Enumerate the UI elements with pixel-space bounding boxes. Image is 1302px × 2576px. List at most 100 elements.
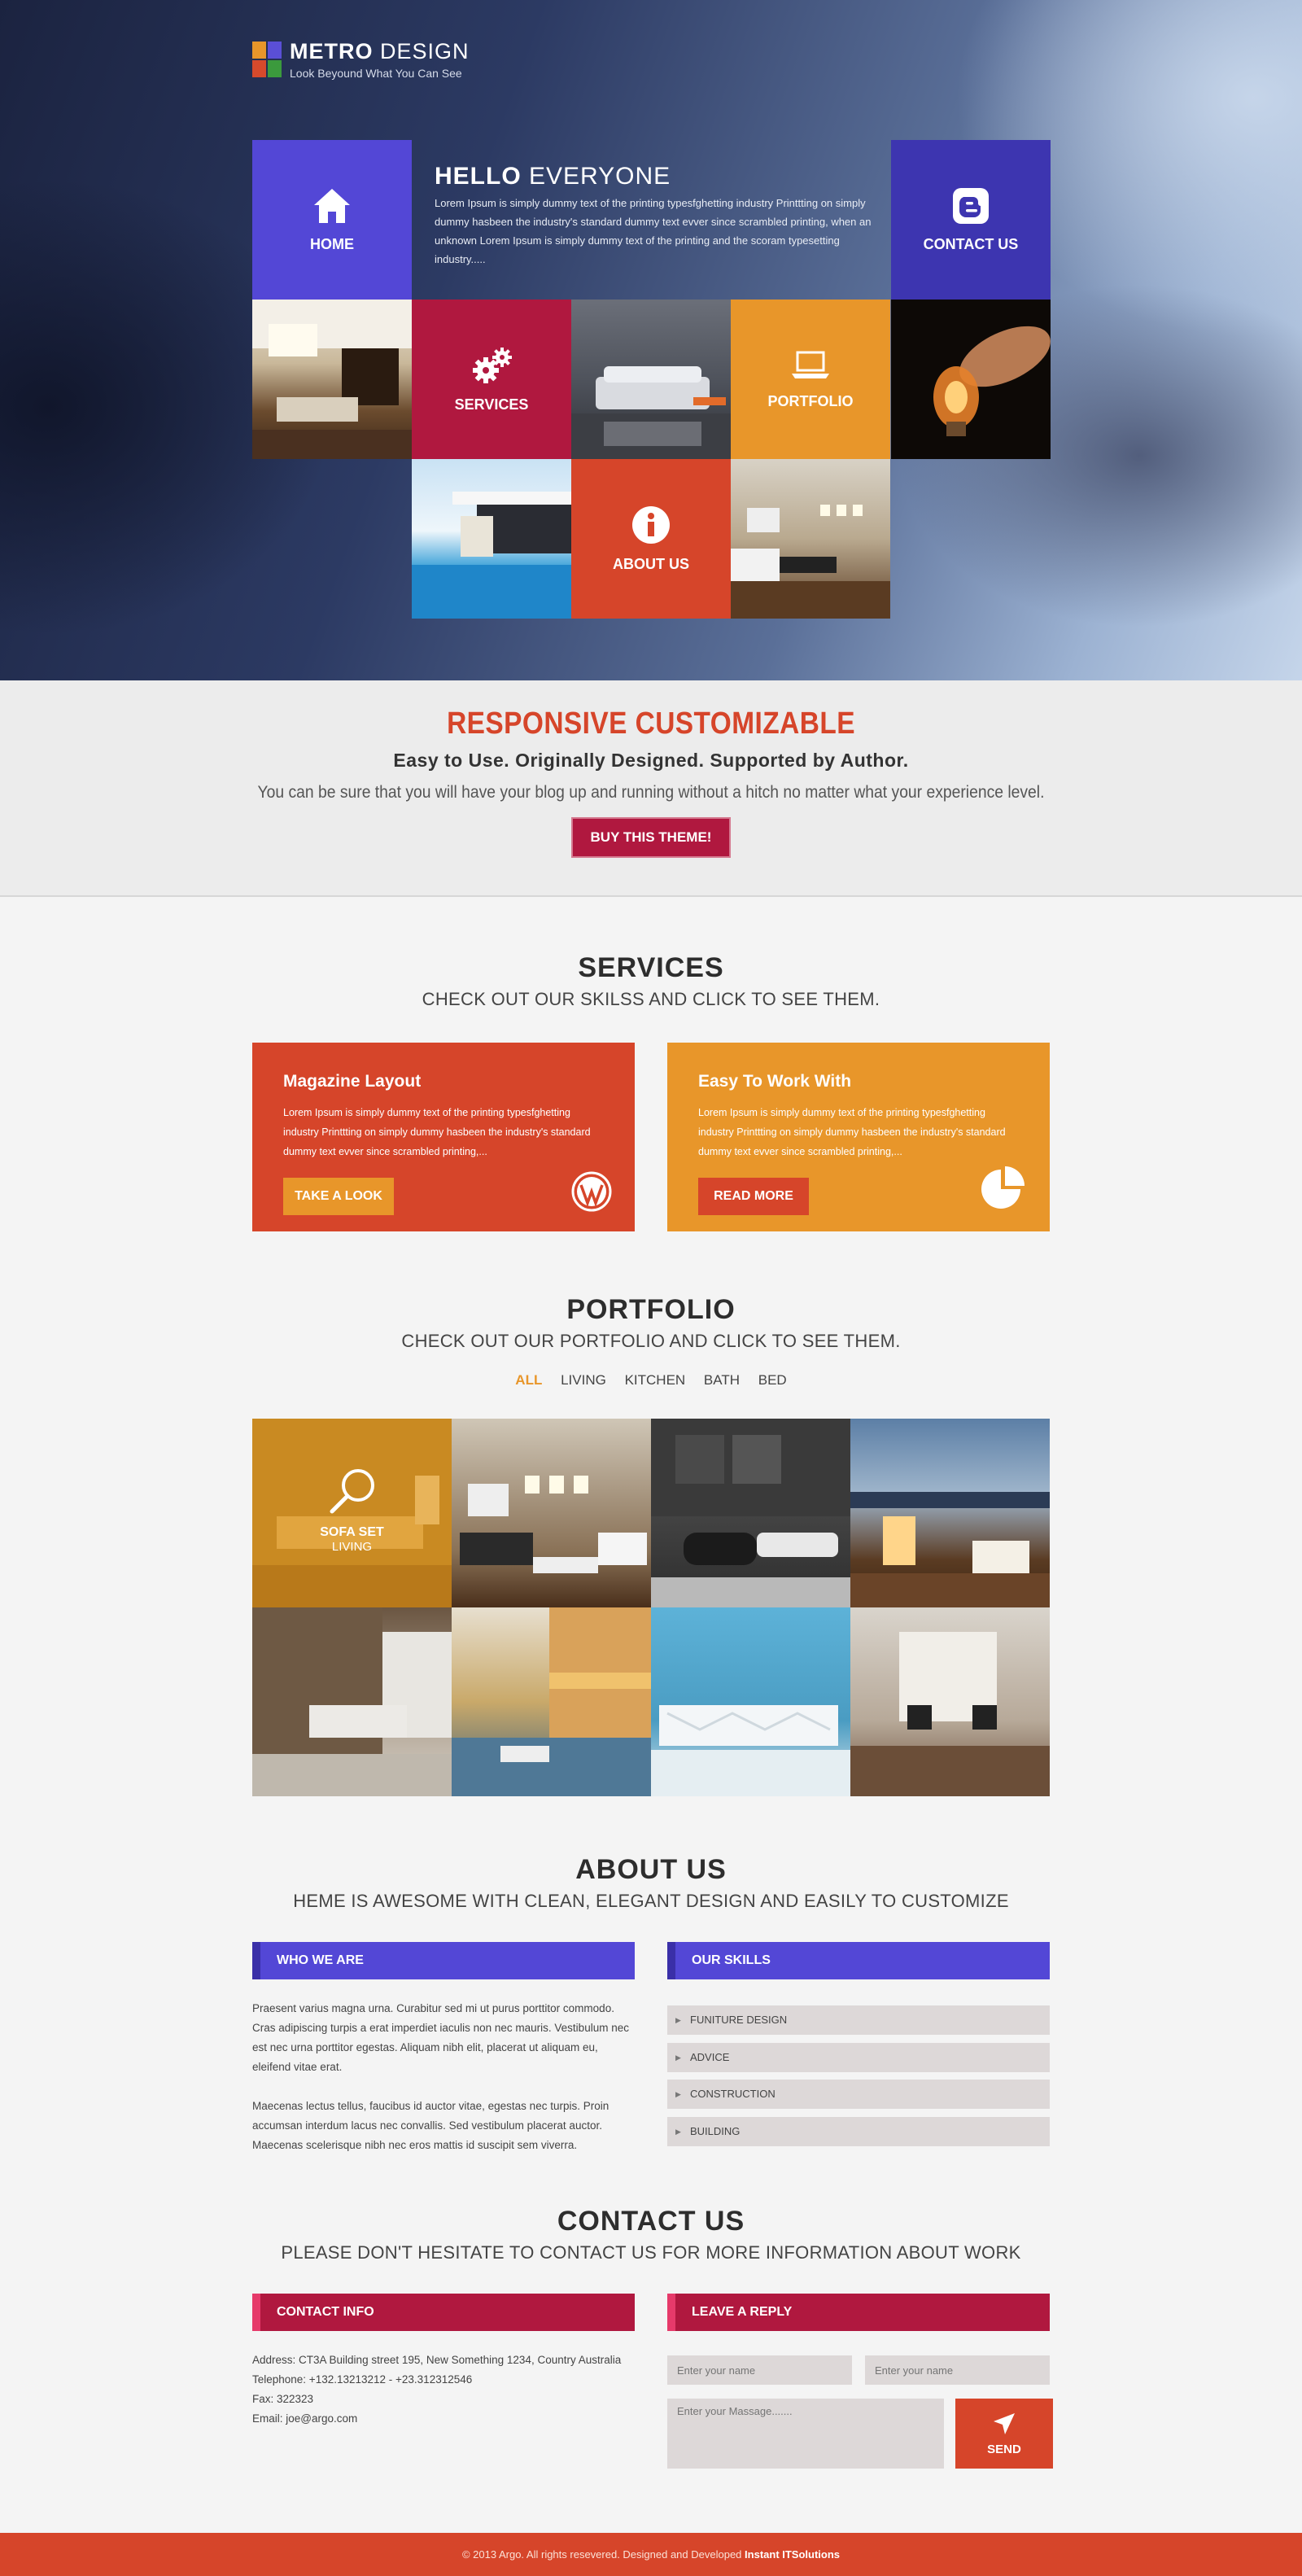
skill-item[interactable]: CONSTRUCTION (667, 2080, 1050, 2109)
skill-item[interactable]: BUILDING (667, 2117, 1050, 2146)
send-label: SEND (987, 2442, 1021, 2456)
service-card-title: Easy To Work With (698, 1072, 852, 1091)
footer: © 2013 Argo. All rights resevered. Desig… (0, 2533, 1302, 2576)
pool-house-image (412, 492, 571, 619)
skill-item[interactable]: FUNITURE DESIGN (667, 2005, 1050, 2035)
who-paragraph-2: Maecenas lectus tellus, faucibus id auct… (252, 2100, 609, 2151)
tile-about[interactable]: ABOUT US (571, 459, 731, 619)
portfolio-overlay-title: SOFA SET (320, 1525, 384, 1539)
services-subtitle: CHECK OUT OUR SKILSS AND CLICK TO SEE TH… (422, 989, 880, 1009)
logo[interactable]: METRO DESIGN Look Beyound What You Can S… (252, 39, 470, 80)
our-skills-header: OUR SKILLS (667, 1942, 1050, 1979)
portfolio-image (460, 1476, 647, 1573)
photo-pool[interactable] (412, 459, 571, 619)
tile-portfolio[interactable]: PORTFOLIO (731, 300, 890, 459)
pie-chart-icon (981, 1166, 1025, 1209)
portfolio-image (452, 1607, 651, 1796)
about-subtitle: HEME IS AWESOME WITH CLEAN, ELEGANT DESI… (293, 1891, 1009, 1911)
photo-bulb[interactable] (891, 300, 1051, 459)
portfolio-item[interactable] (452, 1607, 651, 1796)
service-card-magazine: Magazine Layout Lorem Ipsum is simply du… (252, 1043, 635, 1231)
laptop-icon (792, 351, 829, 378)
send-button[interactable]: SEND (955, 2399, 1053, 2469)
promo-strip: RESPONSIVE CUSTOMIZABLE Easy to Use. Ori… (0, 680, 1302, 897)
read-more-button[interactable]: READ MORE (698, 1178, 809, 1215)
filter-kitchen[interactable]: KITCHEN (625, 1372, 686, 1388)
portfolio-item[interactable] (651, 1419, 850, 1607)
contact-heading: CONTACT US PLEASE DON'T HESITATE TO CONT… (0, 2206, 1302, 2263)
wordpress-icon (571, 1171, 612, 1212)
name-input-2[interactable] (865, 2355, 1050, 2385)
contact-email: Email: joe@argo.com (252, 2412, 358, 2425)
skill-item[interactable]: ADVICE (667, 2043, 1050, 2072)
hello-title: HELLO EVERYONE (435, 163, 671, 190)
portfolio-filters: ALL LIVING KITCHEN BATH BED (0, 1372, 1302, 1389)
tile-services-label: SERVICES (454, 396, 529, 413)
contact-info-header: CONTACT INFO (252, 2294, 635, 2331)
photo-interior-1[interactable] (252, 300, 412, 459)
hello-block: HELLO EVERYONE Lorem Ipsum is simply dum… (435, 163, 874, 269)
tile-contact-label: CONTACT US (923, 235, 1019, 252)
who-we-are-header: WHO WE ARE (252, 1942, 635, 1979)
portfolio-image (651, 1705, 850, 1796)
logo-tagline: Look Beyound What You Can See (290, 67, 462, 80)
tile-services[interactable]: SERVICES (412, 300, 571, 459)
promo-title: RESPONSIVE CUSTOMIZABLE (447, 706, 855, 741)
tile-contact[interactable]: CONTACT US (891, 140, 1051, 300)
portfolio-item-sofa-set[interactable]: SOFA SET LIVING (252, 1419, 452, 1607)
portfolio-image (651, 1419, 850, 1607)
portfolio-image (850, 1632, 1050, 1796)
sofa-image (571, 366, 731, 459)
contact-address: Address: CT3A Building street 195, New S… (252, 2354, 622, 2366)
tile-home-label: HOME (310, 235, 354, 252)
photo-living[interactable] (731, 459, 890, 619)
services-heading: SERVICES CHECK OUT OUR SKILSS AND CLICK … (0, 952, 1302, 1010)
living-room-image (731, 505, 890, 619)
hero-section: METRO DESIGN Look Beyound What You Can S… (0, 0, 1302, 680)
logo-mark-icon (252, 42, 282, 77)
tile-about-label: ABOUT US (613, 555, 689, 572)
name-input-1[interactable] (667, 2355, 852, 2385)
gears-icon (473, 347, 512, 383)
portfolio-image (252, 1607, 452, 1796)
filter-living[interactable]: LIVING (561, 1372, 606, 1388)
services-title: SERVICES (578, 952, 724, 983)
portfolio-item[interactable] (651, 1607, 850, 1796)
interior-image (252, 300, 412, 459)
service-card-title: Magazine Layout (283, 1072, 422, 1091)
home-icon (314, 188, 350, 223)
portfolio-subtitle: CHECK OUT OUR PORTFOLIO AND CLICK TO SEE… (401, 1331, 901, 1351)
blogger-icon (953, 187, 989, 224)
portfolio-item[interactable] (252, 1607, 452, 1796)
contact-subtitle: PLEASE DON'T HESITATE TO CONTACT US FOR … (281, 2242, 1021, 2263)
contact-title: CONTACT US (557, 2206, 745, 2237)
service-card-text: Lorem Ipsum is simply dummy text of the … (698, 1107, 1006, 1157)
tile-portfolio-label: PORTFOLIO (767, 392, 854, 409)
portfolio-heading: PORTFOLIO CHECK OUT OUR PORTFOLIO AND CL… (0, 1294, 1302, 1352)
contact-info-block: Address: CT3A Building street 195, New S… (252, 2351, 635, 2429)
message-textarea[interactable] (667, 2399, 944, 2469)
filter-bath[interactable]: BATH (704, 1372, 740, 1388)
photo-sofa[interactable] (571, 300, 731, 459)
filter-bed[interactable]: BED (758, 1372, 787, 1388)
contact-telephone: Telephone: +132.13213212 - +23.312312546 (252, 2373, 473, 2386)
filter-all[interactable]: ALL (515, 1372, 542, 1388)
about-heading: ABOUT US HEME IS AWESOME WITH CLEAN, ELE… (0, 1854, 1302, 1912)
lightbulb-image (933, 326, 1051, 436)
take-a-look-button[interactable]: TAKE A LOOK (283, 1178, 394, 1215)
portfolio-item[interactable] (850, 1607, 1050, 1796)
magnify-icon (330, 1469, 374, 1514)
leave-reply-header: LEAVE A REPLY (667, 2294, 1050, 2331)
portfolio-image (850, 1492, 1050, 1607)
portfolio-overlay-sub: LIVING (331, 1540, 373, 1554)
service-card-text: Lorem Ipsum is simply dummy text of the … (283, 1107, 591, 1157)
info-icon (632, 505, 670, 544)
portfolio-title: PORTFOLIO (566, 1294, 736, 1325)
portfolio-item[interactable] (452, 1419, 651, 1607)
tile-home[interactable]: HOME (252, 140, 412, 300)
footer-brand-link[interactable]: Instant ITSolutions (745, 2548, 840, 2561)
buy-theme-button[interactable]: BUY THIS THEME! (571, 817, 731, 858)
who-we-are-text: Praesent varius magna urna. Curabitur se… (252, 1999, 635, 2155)
portfolio-item[interactable] (850, 1419, 1050, 1607)
contact-fax: Fax: 322323 (252, 2393, 314, 2405)
